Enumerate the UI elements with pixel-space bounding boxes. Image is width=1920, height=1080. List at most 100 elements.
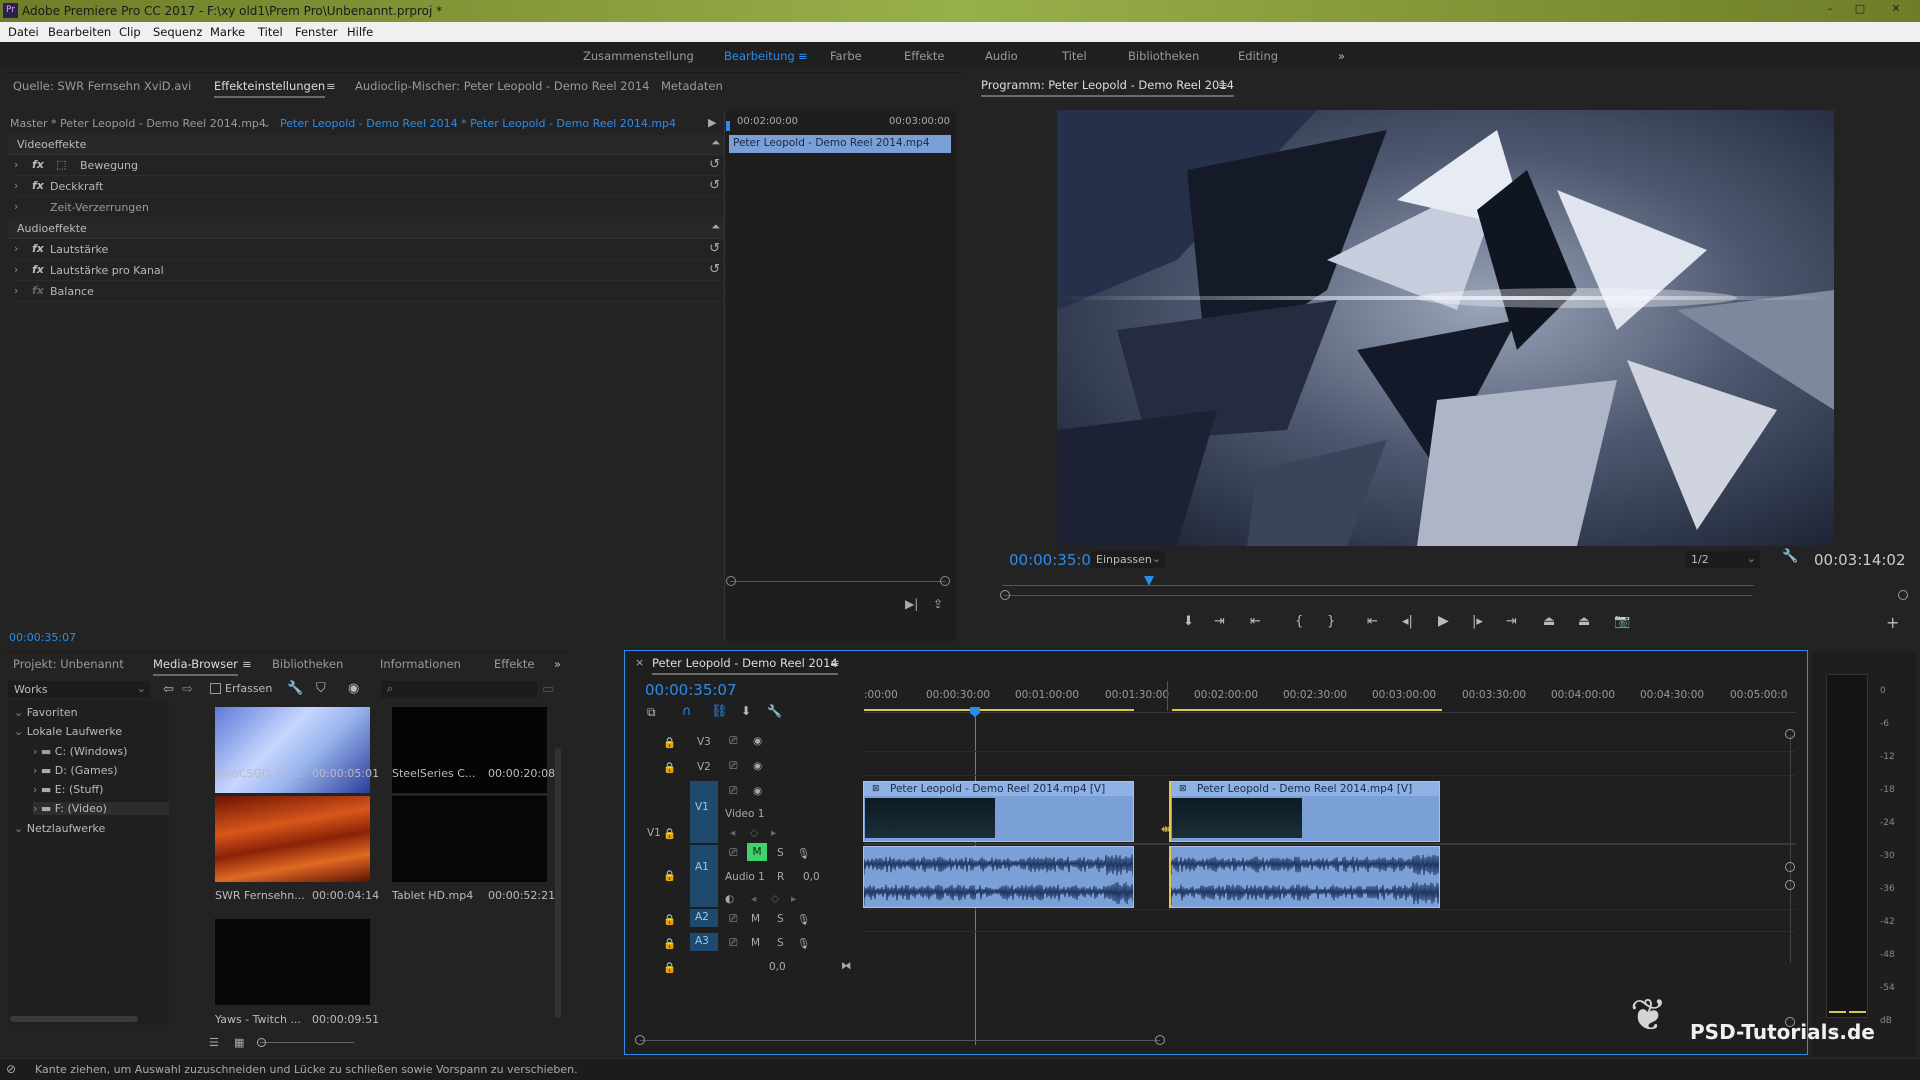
lock-icon[interactable]: 🔒: [663, 913, 676, 926]
extract-icon[interactable]: ⏏: [1578, 614, 1590, 629]
fx-badge-icon[interactable]: fx: [32, 242, 44, 255]
search-input[interactable]: ⌕: [381, 681, 537, 698]
tab-libraries[interactable]: Bibliotheken: [272, 657, 343, 671]
filter-icon[interactable]: ⛉: [316, 681, 326, 696]
tree-drive-c[interactable]: › ▬ C: (Windows): [33, 745, 127, 758]
voiceover-mic-icon[interactable]: 🎙: [797, 847, 810, 860]
audio-clip[interactable]: [1169, 846, 1440, 908]
fit-dropdown[interactable]: Einpassen ⌄: [1091, 551, 1165, 568]
scroll-handle-right[interactable]: [940, 576, 950, 586]
lock-icon[interactable]: 🔒: [663, 736, 676, 749]
effect-mini-timeline[interactable]: 00:02:00:00 00:03:00:00 Peter Leopold - …: [724, 111, 956, 641]
program-monitor-title[interactable]: Programm: Peter Leopold - Demo Reel 2014: [981, 78, 1234, 97]
view-eye-icon[interactable]: ◉: [348, 681, 359, 696]
prev-keyframe-icon[interactable]: ◂: [751, 893, 756, 905]
eye-icon[interactable]: ◉: [753, 785, 762, 797]
audio-clip[interactable]: [863, 846, 1134, 908]
mark-out-icon[interactable]: ⇤: [1250, 614, 1261, 629]
workspace-farbe[interactable]: Farbe: [830, 49, 862, 63]
play-icon[interactable]: ▶: [1438, 613, 1449, 629]
fx-badge-icon[interactable]: fx: [32, 158, 44, 171]
lock-icon[interactable]: 🔒: [663, 961, 676, 974]
nest-toggle-icon[interactable]: ⧉: [647, 705, 656, 720]
effect-controls-timecode[interactable]: 00:00:35:07: [9, 631, 76, 644]
track-target-a3[interactable]: A3: [690, 933, 718, 951]
fx-badge-icon[interactable]: fx: [32, 284, 44, 297]
play-audio-icon[interactable]: ▶: [708, 116, 716, 129]
wrench-icon[interactable]: 🔧: [287, 681, 303, 696]
solo-button-a2[interactable]: S: [777, 913, 784, 925]
panel-menu-icon[interactable]: ≡: [326, 79, 336, 93]
mute-button-a1[interactable]: M: [747, 843, 767, 861]
workspace-bearbeitung[interactable]: Bearbeitung: [724, 49, 795, 63]
tree-drive-f[interactable]: › ▬ F: (Video): [33, 802, 169, 815]
workspace-bibliotheken[interactable]: Bibliotheken: [1128, 49, 1199, 63]
menu-marke[interactable]: Marke: [210, 25, 245, 39]
fx-badge-icon[interactable]: fx: [32, 263, 44, 276]
tab-metadata[interactable]: Metadaten: [661, 79, 723, 93]
scroll-handle-left[interactable]: [726, 576, 736, 586]
expand-chevron-icon[interactable]: ›: [14, 158, 18, 171]
sync-lock-icon[interactable]: ⎚: [729, 760, 737, 773]
mark-out-bracket-icon[interactable]: }: [1327, 614, 1335, 629]
zoom-handle-right[interactable]: [1155, 1035, 1165, 1045]
workspace-effekte[interactable]: Effekte: [904, 49, 945, 63]
reset-icon[interactable]: ↺: [709, 178, 720, 193]
menu-hilfe[interactable]: Hilfe: [347, 25, 373, 39]
export-icon[interactable]: ⇪: [933, 597, 943, 611]
tab-info[interactable]: Informationen: [380, 657, 461, 671]
mini-playhead[interactable]: [726, 121, 730, 131]
master-clip-label[interactable]: Master * Peter Leopold - Demo Reel 2014.…: [10, 117, 266, 130]
eye-icon[interactable]: ◉: [753, 760, 762, 772]
menu-datei[interactable]: Datei: [8, 25, 39, 39]
track-target-a1[interactable]: A1: [690, 845, 718, 907]
add-keyframe-icon[interactable]: ◇: [750, 827, 758, 839]
scroll-handle-mid[interactable]: [1785, 862, 1795, 872]
scroll-handle-mid[interactable]: [1785, 880, 1795, 890]
workspace-menu-icon[interactable]: ≡: [798, 49, 808, 63]
horizontal-zoom-bar[interactable]: [640, 1040, 1160, 1041]
step-back-icon[interactable]: ◂|: [1402, 614, 1413, 629]
sync-lock-icon[interactable]: ⎚: [729, 937, 737, 950]
fx-badge-icon[interactable]: fx: [32, 179, 44, 192]
transform-icon[interactable]: ⬚: [56, 158, 66, 171]
work-area-bar[interactable]: [864, 709, 1134, 711]
lift-icon[interactable]: ⏏: [1543, 614, 1555, 629]
back-arrow-icon[interactable]: ⇦: [163, 682, 174, 697]
tab-project[interactable]: Projekt: Unbenannt: [13, 657, 124, 671]
panel-menu-icon[interactable]: ≡: [1218, 78, 1228, 92]
tab-audio-clip-mixer[interactable]: Audioclip-Mischer: Peter Leopold - Demo …: [355, 79, 649, 93]
timeline-sequence-tab[interactable]: Peter Leopold - Demo Reel 2014: [652, 656, 838, 675]
zoom-handle-left[interactable]: [1000, 590, 1010, 600]
next-keyframe-icon[interactable]: ▸: [771, 827, 776, 839]
go-to-out-icon[interactable]: ⇥: [1506, 614, 1517, 629]
expand-chevron-icon[interactable]: ›: [14, 263, 18, 276]
media-thumbnail[interactable]: [392, 796, 547, 882]
workspace-overflow-icon[interactable]: »: [1338, 49, 1345, 63]
mute-button-a3[interactable]: M: [751, 937, 760, 949]
mini-scrollbar[interactable]: [730, 581, 946, 582]
media-thumbnail[interactable]: [392, 707, 547, 793]
collapse-up-icon[interactable]: ⏶: [711, 136, 720, 150]
minimize-button[interactable]: –: [1816, 0, 1844, 18]
vertical-zoom-bar[interactable]: [1790, 735, 1791, 963]
works-dropdown[interactable]: Works ⌄: [8, 681, 150, 698]
forward-arrow-icon[interactable]: ⇨: [182, 682, 193, 697]
video-clip[interactable]: Peter Leopold - Demo Reel 2014.mp4 [V] ⊠: [1169, 781, 1440, 842]
menu-bearbeiten[interactable]: Bearbeiten: [48, 25, 111, 39]
reset-icon[interactable]: ↺: [709, 262, 720, 277]
close-window-button[interactable]: ✕: [1876, 0, 1916, 18]
master-track-icon[interactable]: ⧓: [841, 960, 852, 972]
effect-row-zeit-verzerrungen[interactable]: › Zeit-Verzerrungen: [12, 198, 724, 218]
icon-view-icon[interactable]: ▦: [234, 1036, 244, 1049]
menu-sequenz[interactable]: Sequenz: [153, 25, 202, 39]
tree-network-drives[interactable]: ⌄ Netzlaufwerke: [14, 822, 105, 835]
track-target-a2[interactable]: A2: [690, 909, 718, 927]
program-timecode[interactable]: 00:00:35:07: [1009, 551, 1101, 569]
sync-lock-icon[interactable]: ⎚: [729, 847, 737, 860]
zoom-handle-left[interactable]: [635, 1035, 645, 1045]
tab-effects[interactable]: Effekte: [494, 657, 535, 671]
work-area-bar[interactable]: [1172, 709, 1442, 711]
expand-chevron-icon[interactable]: ›: [14, 200, 18, 213]
tree-drive-d[interactable]: › ▬ D: (Games): [33, 764, 118, 777]
